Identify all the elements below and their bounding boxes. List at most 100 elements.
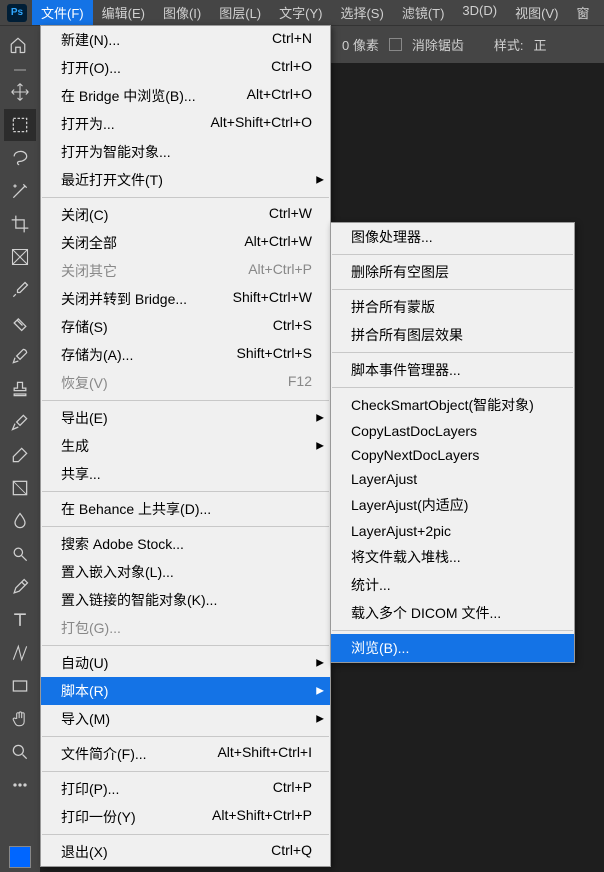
menu-item-label: LayerAjust+2pic xyxy=(351,523,451,539)
tool-healing[interactable] xyxy=(4,307,36,339)
ps-logo: Ps xyxy=(7,4,27,22)
menu-item-label: 删除所有空图层 xyxy=(351,262,449,282)
tool-eraser[interactable] xyxy=(4,439,36,471)
tool-crop[interactable] xyxy=(4,208,36,240)
separator xyxy=(42,491,329,492)
separator xyxy=(332,352,573,353)
menu-2[interactable]: 图像(I) xyxy=(154,0,210,25)
file-menu-item[interactable]: 文件简介(F)...Alt+Shift+Ctrl+I xyxy=(41,740,330,768)
file-menu-item[interactable]: 打印一份(Y)Alt+Shift+Ctrl+P xyxy=(41,803,330,831)
menu-item-shortcut: F12 xyxy=(288,373,312,393)
file-menu-item[interactable]: 自动(U)▶ xyxy=(41,649,330,677)
file-menu-item[interactable]: 置入链接的智能对象(K)... xyxy=(41,586,330,614)
script-menu-item[interactable]: LayerAjust xyxy=(331,467,574,491)
script-menu-item[interactable]: 统计... xyxy=(331,571,574,599)
script-menu-item[interactable]: 脚本事件管理器... xyxy=(331,356,574,384)
menu-item-shortcut: Alt+Shift+Ctrl+I xyxy=(217,744,312,764)
menu-1[interactable]: 编辑(E) xyxy=(93,0,154,25)
tool-dodge[interactable] xyxy=(4,538,36,570)
submenu-arrow-icon: ▶ xyxy=(316,686,324,697)
file-menu-item[interactable]: 脚本(R)▶ xyxy=(41,677,330,705)
menu-5[interactable]: 选择(S) xyxy=(331,0,392,25)
file-menu-item[interactable]: 打印(P)...Ctrl+P xyxy=(41,775,330,803)
tool-stamp[interactable] xyxy=(4,373,36,405)
script-menu-item[interactable]: 载入多个 DICOM 文件... xyxy=(331,599,574,627)
script-menu-item[interactable]: 删除所有空图层 xyxy=(331,258,574,286)
tool-hand[interactable] xyxy=(4,703,36,735)
script-menu-item[interactable]: LayerAjust+2pic xyxy=(331,519,574,543)
file-menu-item[interactable]: 关闭并转到 Bridge...Shift+Ctrl+W xyxy=(41,285,330,313)
menu-item-label: 浏览(B)... xyxy=(351,638,409,658)
antialias-checkbox[interactable] xyxy=(389,38,402,51)
separator xyxy=(42,526,329,527)
file-menu-item: 打包(G)... xyxy=(41,614,330,642)
file-menu-item[interactable]: 打开(O)...Ctrl+O xyxy=(41,54,330,82)
tool-move[interactable] xyxy=(4,76,36,108)
foreground-color[interactable] xyxy=(9,846,31,868)
separator xyxy=(332,387,573,388)
separator xyxy=(332,289,573,290)
file-menu-item[interactable]: 存储为(A)...Shift+Ctrl+S xyxy=(41,341,330,369)
file-menu-item[interactable]: 关闭(C)Ctrl+W xyxy=(41,201,330,229)
script-menu-item[interactable]: LayerAjust(内适应) xyxy=(331,491,574,519)
file-menu-item[interactable]: 存储(S)Ctrl+S xyxy=(41,313,330,341)
tool-frame[interactable] xyxy=(4,241,36,273)
script-menu-item[interactable]: 浏览(B)... xyxy=(331,634,574,662)
tool-lasso[interactable] xyxy=(4,142,36,174)
tool-rect[interactable] xyxy=(4,670,36,702)
file-menu-item[interactable]: 打开为智能对象... xyxy=(41,138,330,166)
file-menu-item[interactable]: 在 Behance 上共享(D)... xyxy=(41,495,330,523)
menu-3[interactable]: 图层(L) xyxy=(210,0,270,25)
tool-eyedrop[interactable] xyxy=(4,274,36,306)
file-menu-item[interactable]: 生成▶ xyxy=(41,432,330,460)
separator xyxy=(42,834,329,835)
menu-0[interactable]: 文件(F) xyxy=(32,0,93,25)
tool-gradient[interactable] xyxy=(4,472,36,504)
script-menu-item[interactable]: 将文件载入堆栈... xyxy=(331,543,574,571)
file-menu-item[interactable]: 打开为...Alt+Shift+Ctrl+O xyxy=(41,110,330,138)
script-menu-item[interactable]: CopyNextDocLayers xyxy=(331,443,574,467)
tool-more[interactable] xyxy=(4,769,36,801)
menu-item-shortcut: Ctrl+P xyxy=(273,779,312,799)
file-menu-item[interactable]: 新建(N)...Ctrl+N xyxy=(41,26,330,54)
script-menu-item[interactable]: 拼合所有蒙版 xyxy=(331,293,574,321)
menu-item-label: 拼合所有图层效果 xyxy=(351,325,463,345)
tool-wand[interactable] xyxy=(4,175,36,207)
menu-6[interactable]: 滤镜(T) xyxy=(393,0,454,25)
file-menu-item[interactable]: 导入(M)▶ xyxy=(41,705,330,733)
tool-brush[interactable] xyxy=(4,340,36,372)
menu-8[interactable]: 视图(V) xyxy=(506,0,567,25)
submenu-arrow-icon: ▶ xyxy=(316,658,324,669)
tool-marquee[interactable] xyxy=(4,109,36,141)
separator xyxy=(332,630,573,631)
script-menu-item[interactable]: 图像处理器... xyxy=(331,223,574,251)
tool-zoom[interactable] xyxy=(4,736,36,768)
tool-pen[interactable] xyxy=(4,571,36,603)
tool-history[interactable] xyxy=(4,406,36,438)
menu-9[interactable]: 窗 xyxy=(567,0,598,25)
separator xyxy=(42,645,329,646)
tool-type[interactable] xyxy=(4,604,36,636)
file-menu-item[interactable]: 在 Bridge 中浏览(B)...Alt+Ctrl+O xyxy=(41,82,330,110)
menu-7[interactable]: 3D(D) xyxy=(453,0,506,25)
script-menu-item[interactable]: CheckSmartObject(智能对象) xyxy=(331,391,574,419)
menu-item-label: 共享... xyxy=(61,464,101,484)
separator xyxy=(42,197,329,198)
menu-item-label: 在 Bridge 中浏览(B)... xyxy=(61,86,196,106)
script-menu-item[interactable]: 拼合所有图层效果 xyxy=(331,321,574,349)
menu-item-shortcut: Ctrl+W xyxy=(269,205,312,225)
file-menu-item[interactable]: 置入嵌入对象(L)... xyxy=(41,558,330,586)
script-menu-item[interactable]: CopyLastDocLayers xyxy=(331,419,574,443)
tool-blur[interactable] xyxy=(4,505,36,537)
file-menu-item[interactable]: 导出(E)▶ xyxy=(41,404,330,432)
toolbox xyxy=(0,63,40,872)
file-menu-item[interactable]: 共享... xyxy=(41,460,330,488)
file-menu-item[interactable]: 关闭全部Alt+Ctrl+W xyxy=(41,229,330,257)
file-menu-item[interactable]: 退出(X)Ctrl+Q xyxy=(41,838,330,866)
menu-4[interactable]: 文字(Y) xyxy=(270,0,331,25)
file-menu-item[interactable]: 最近打开文件(T)▶ xyxy=(41,166,330,194)
file-menu-item[interactable]: 搜索 Adobe Stock... xyxy=(41,530,330,558)
tool-path[interactable] xyxy=(4,637,36,669)
home-icon[interactable] xyxy=(4,32,32,58)
toolbox-grip[interactable] xyxy=(2,65,38,75)
